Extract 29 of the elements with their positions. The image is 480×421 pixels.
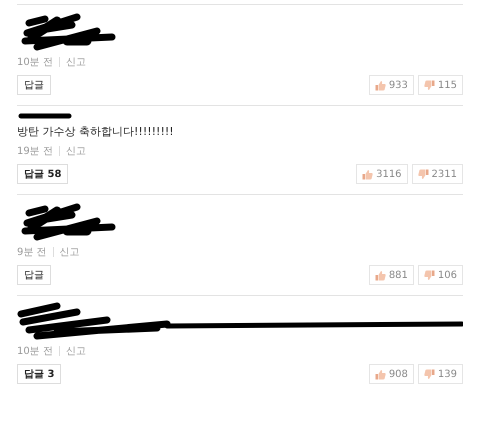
reply-button[interactable]: 답글 3 xyxy=(17,364,62,384)
report-link[interactable]: 신고 xyxy=(66,55,86,69)
dislike-button[interactable]: 106 xyxy=(418,265,463,285)
thumbs-down-icon xyxy=(418,168,429,180)
thumbs-up-icon xyxy=(362,168,374,180)
thumbs-up-icon xyxy=(374,80,386,90)
reply-button[interactable]: 답글 58 xyxy=(17,164,68,184)
report-link[interactable]: 신고 xyxy=(66,344,86,358)
dislike-button[interactable]: 139 xyxy=(418,364,463,384)
comment-text: 방탄 가수상 축하합니다!!!!!!!!! xyxy=(17,124,175,140)
comment-time: 9분 전 xyxy=(17,246,47,259)
comment-time: 19분 전 xyxy=(17,145,53,158)
dislike-button[interactable]: 115 xyxy=(418,75,463,95)
thumbs-down-icon xyxy=(424,80,435,90)
like-button[interactable]: 933 xyxy=(368,75,414,95)
thumbs-down-icon xyxy=(424,368,435,380)
report-link[interactable]: 신고 xyxy=(66,144,86,158)
thumbs-up-icon xyxy=(374,270,386,280)
dislike-button[interactable]: 2311 xyxy=(412,164,463,184)
reply-button[interactable]: 답글 xyxy=(17,75,51,95)
like-button[interactable]: 908 xyxy=(368,364,414,384)
reply-button[interactable]: 답글 xyxy=(17,265,51,285)
comment-time: 10분 전 xyxy=(17,56,53,69)
like-button[interactable]: 881 xyxy=(368,265,414,285)
thumbs-up-icon xyxy=(374,368,386,380)
like-button[interactable]: 3116 xyxy=(356,164,408,184)
thumbs-down-icon xyxy=(424,270,435,280)
report-link[interactable]: 신고 xyxy=(60,245,80,259)
comment-time: 10분 전 xyxy=(17,345,53,358)
